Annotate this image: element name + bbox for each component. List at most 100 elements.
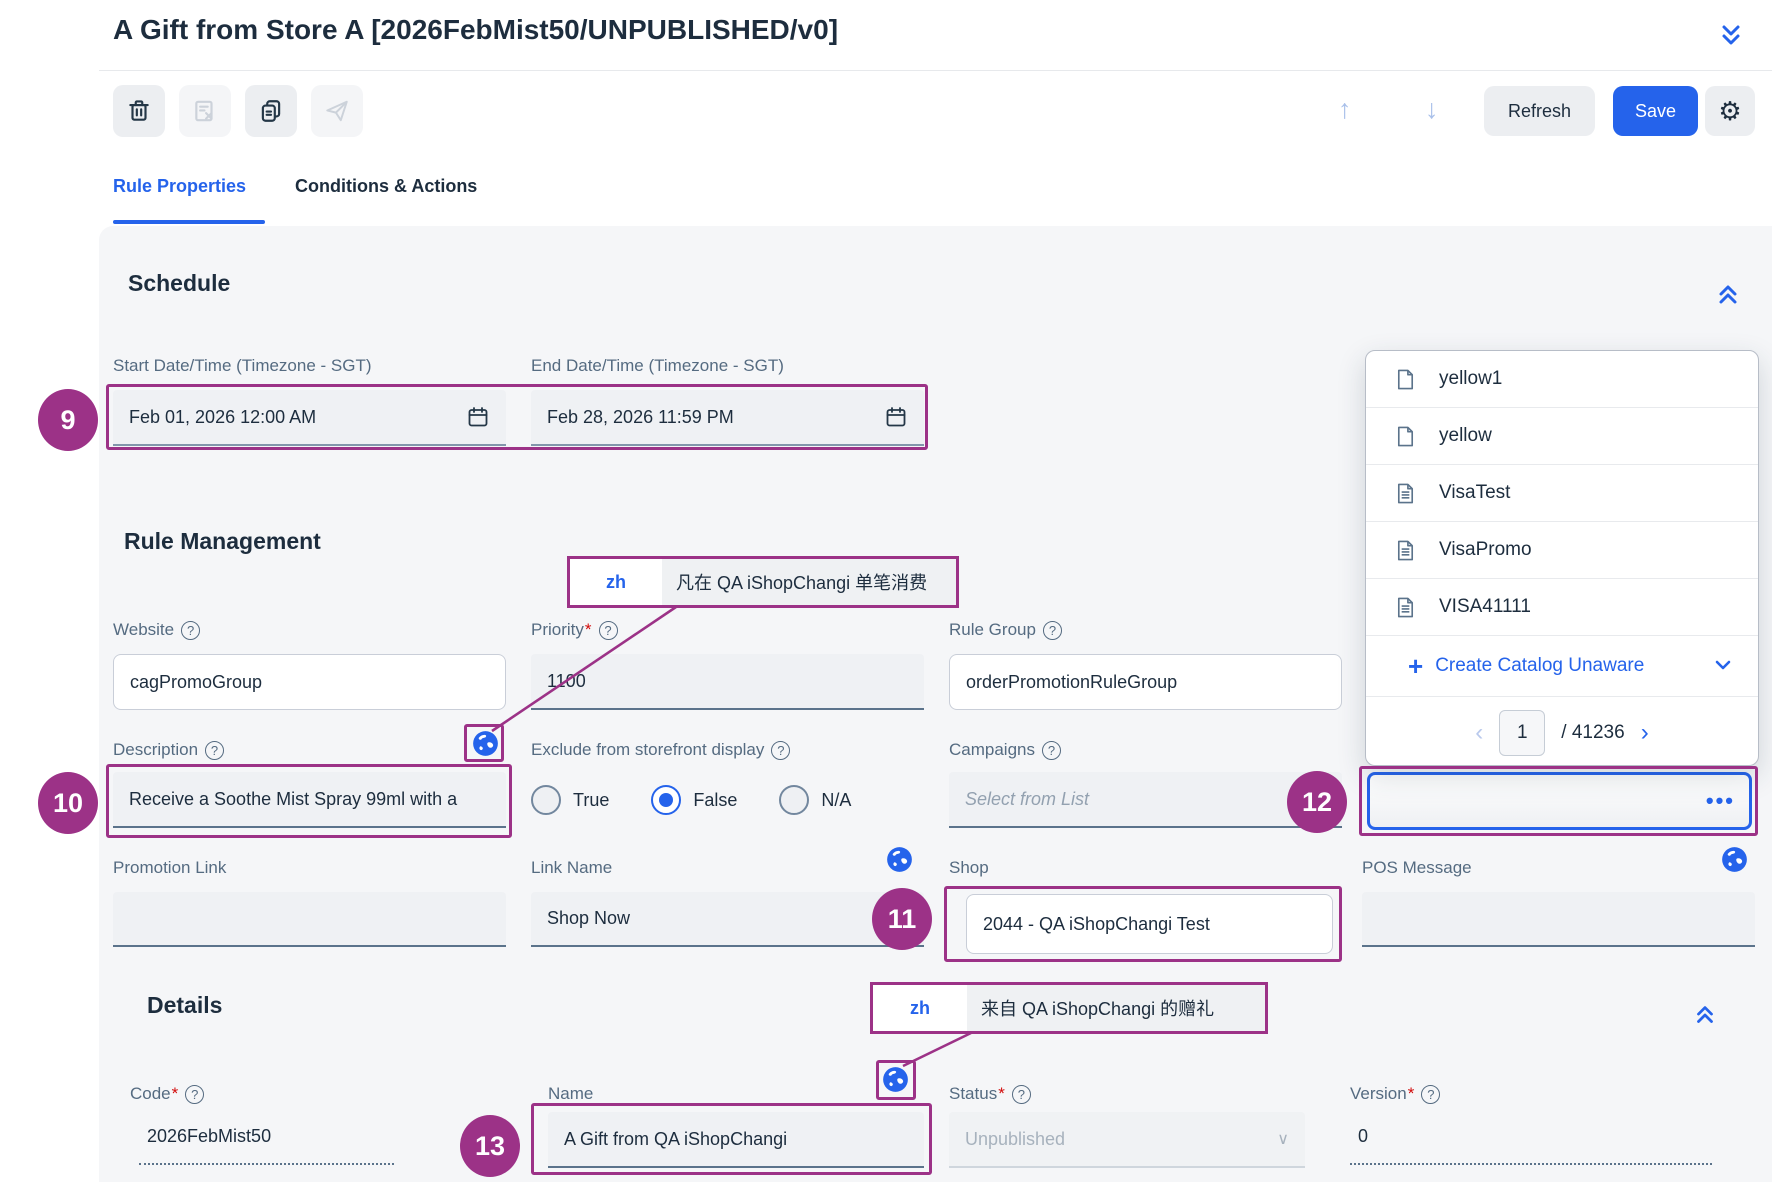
calendar-icon[interactable]: [884, 405, 908, 429]
shop-label: Shop: [949, 858, 989, 878]
dropdown-pagination: ‹ 1 / 41236 ›: [1366, 697, 1758, 766]
catalog-search-input[interactable]: •••: [1367, 772, 1752, 830]
help-icon[interactable]: [1421, 1085, 1440, 1104]
file-icon: [1394, 368, 1417, 391]
name-input[interactable]: A Gift from QA iShopChangi: [548, 1112, 924, 1168]
campaigns-input[interactable]: Select from List: [949, 772, 1342, 828]
collapse-details-icon[interactable]: [1692, 1002, 1718, 1028]
delete-button[interactable]: [113, 85, 165, 137]
file-icon: [1394, 425, 1417, 448]
page-next-icon[interactable]: ›: [1641, 719, 1649, 747]
trash-icon: [126, 98, 152, 124]
campaigns-placeholder: Select from List: [965, 789, 1089, 810]
page-total: / 41236: [1561, 722, 1624, 744]
rule-group-input[interactable]: orderPromotionRuleGroup: [949, 654, 1342, 710]
value-help-icon[interactable]: •••: [1706, 790, 1735, 812]
priority-input[interactable]: 1100: [531, 654, 924, 710]
start-date-label: Start Date/Time (Timezone - SGT): [113, 356, 372, 376]
plus-icon: +: [1408, 653, 1423, 679]
collapse-schedule-icon[interactable]: [1714, 281, 1742, 309]
file-lines-icon: [1394, 482, 1417, 505]
code-label: Code: [130, 1084, 204, 1104]
pos-message-input[interactable]: [1362, 892, 1755, 947]
create-catalog-unaware-button[interactable]: + Create Catalog Unaware: [1366, 636, 1758, 697]
version-value: 0: [1350, 1112, 1712, 1165]
file-x-icon: [192, 98, 218, 124]
website-input[interactable]: cagPromoGroup: [113, 654, 506, 710]
radio-false-label: False: [693, 790, 737, 811]
code-value: 2026FebMist50: [139, 1112, 394, 1165]
help-icon[interactable]: [771, 741, 790, 760]
end-date-value: Feb 28, 2026 11:59 PM: [547, 407, 734, 428]
publish-button[interactable]: [311, 85, 363, 137]
copy-button[interactable]: [245, 85, 297, 137]
description-globe-icon[interactable]: [472, 730, 499, 757]
radio-na-label: N/A: [821, 790, 851, 811]
calendar-icon[interactable]: [466, 405, 490, 429]
link-name-input[interactable]: Shop Now: [531, 892, 924, 947]
exclude-radio-group: True False N/A: [531, 785, 851, 815]
tab-active-underline: [113, 220, 265, 224]
description-translation-tooltip: zh 凡在 QA iShopChangi 单笔消费: [567, 556, 959, 608]
settings-button[interactable]: ⚙: [1705, 86, 1755, 136]
nav-up-button[interactable]: ↑: [1332, 95, 1358, 124]
list-item[interactable]: VisaPromo: [1366, 522, 1758, 579]
page-prev-icon[interactable]: ‹: [1475, 719, 1483, 747]
help-icon[interactable]: [185, 1085, 204, 1104]
page-number-input[interactable]: 1: [1499, 710, 1545, 756]
end-date-input[interactable]: Feb 28, 2026 11:59 PM: [531, 390, 924, 446]
tab-conditions-actions[interactable]: Conditions & Actions: [295, 176, 477, 197]
help-icon[interactable]: [205, 741, 224, 760]
status-label: Status: [949, 1084, 1031, 1104]
refresh-button[interactable]: Refresh: [1484, 86, 1595, 136]
start-date-input[interactable]: Feb 01, 2026 12:00 AM: [113, 390, 506, 446]
exclude-label: Exclude from storefront display: [531, 740, 790, 760]
status-select[interactable]: Unpublished ∨: [949, 1112, 1305, 1168]
radio-false[interactable]: [651, 785, 681, 815]
chevron-down-icon[interactable]: [1712, 654, 1734, 676]
campaigns-label: Campaigns: [949, 740, 1061, 760]
list-item[interactable]: VISA41111: [1366, 579, 1758, 636]
help-icon[interactable]: [1043, 621, 1062, 640]
lang-code-badge: zh: [570, 559, 662, 605]
website-label: Website: [113, 620, 200, 640]
start-date-value: Feb 01, 2026 12:00 AM: [129, 407, 316, 428]
collapse-header-icon[interactable]: [1716, 20, 1746, 50]
annotation-badge-11: 11: [872, 888, 932, 950]
description-input[interactable]: Receive a Soothe Mist Spray 99ml with a: [113, 772, 506, 828]
list-item[interactable]: yellow1: [1366, 351, 1758, 408]
lang-code-badge: zh: [873, 985, 967, 1031]
list-item[interactable]: yellow: [1366, 408, 1758, 465]
catalog-dropdown: yellow1 yellow VisaTest VisaPromo VISA41…: [1365, 350, 1759, 766]
help-icon[interactable]: [1012, 1085, 1031, 1104]
gear-icon: ⚙: [1718, 98, 1741, 124]
tab-rule-properties[interactable]: Rule Properties: [113, 176, 246, 197]
rule-group-label: Rule Group: [949, 620, 1062, 640]
pos-message-globe-icon[interactable]: [1721, 846, 1748, 873]
promotion-link-label: Promotion Link: [113, 858, 226, 878]
name-zh-text: 来自 QA iShopChangi 的赠礼: [967, 985, 1265, 1031]
nav-down-button[interactable]: ↓: [1419, 95, 1445, 124]
shop-input[interactable]: 2044 - QA iShopChangi Test: [966, 894, 1333, 954]
link-name-globe-icon[interactable]: [886, 846, 913, 873]
annotation-badge-12: 12: [1287, 771, 1347, 833]
help-icon[interactable]: [599, 621, 618, 640]
schedule-heading: Schedule: [128, 270, 230, 297]
radio-na[interactable]: [779, 785, 809, 815]
send-icon: [324, 98, 350, 124]
help-icon[interactable]: [181, 621, 200, 640]
status-value: Unpublished: [965, 1129, 1065, 1150]
description-zh-text: 凡在 QA iShopChangi 单笔消费: [662, 559, 956, 605]
radio-true[interactable]: [531, 785, 561, 815]
name-globe-icon[interactable]: [882, 1066, 909, 1093]
details-heading: Details: [147, 992, 222, 1019]
list-item[interactable]: VisaTest: [1366, 465, 1758, 522]
help-icon[interactable]: [1042, 741, 1061, 760]
file-lines-icon: [1394, 596, 1417, 619]
rule-management-heading: Rule Management: [124, 528, 321, 555]
promotion-link-input[interactable]: [113, 892, 506, 947]
save-button[interactable]: Save: [1613, 86, 1698, 136]
unpublish-button[interactable]: [179, 85, 231, 137]
end-date-label: End Date/Time (Timezone - SGT): [531, 356, 784, 376]
radio-true-label: True: [573, 790, 609, 811]
